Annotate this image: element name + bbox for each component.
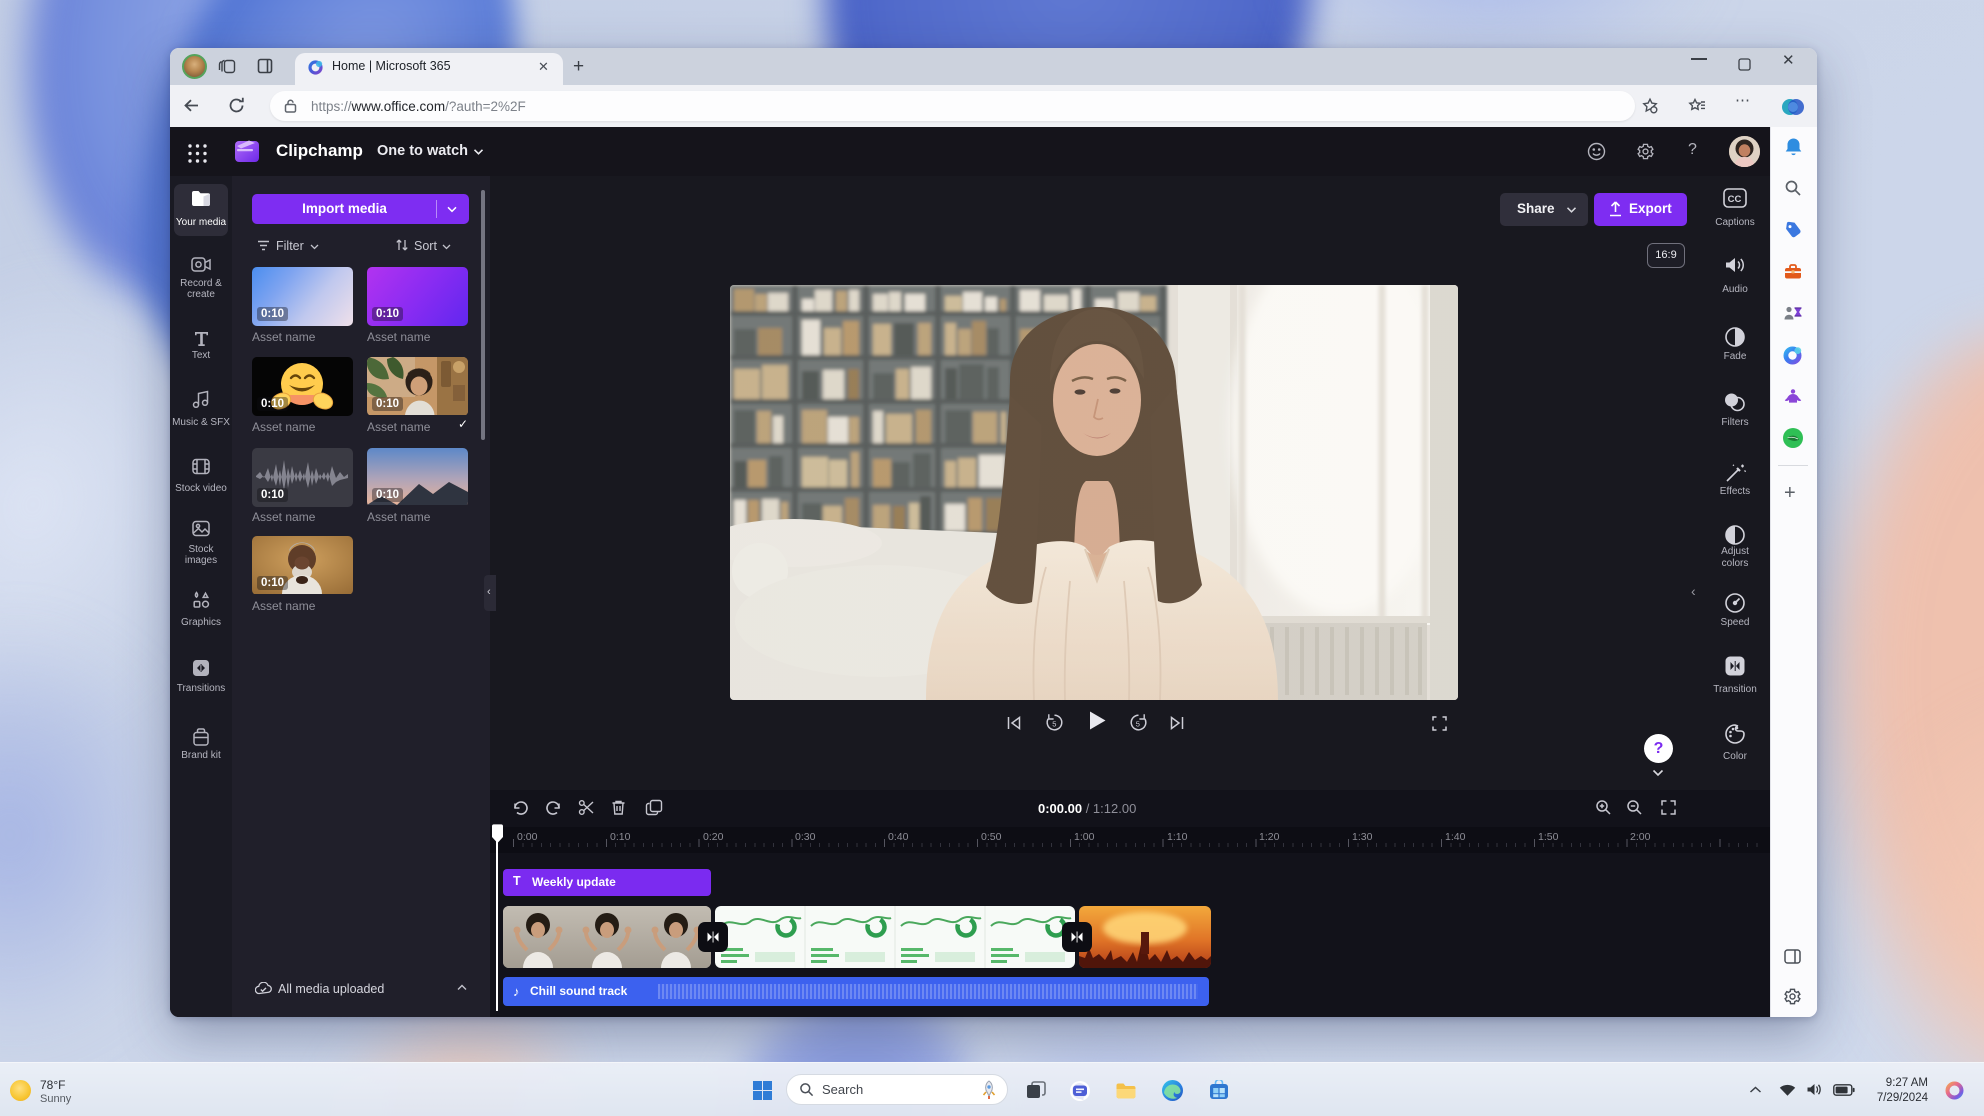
svg-text:5: 5 [1052,720,1056,729]
svg-text:5: 5 [1136,720,1140,729]
svg-text:CC: CC [1728,194,1742,205]
